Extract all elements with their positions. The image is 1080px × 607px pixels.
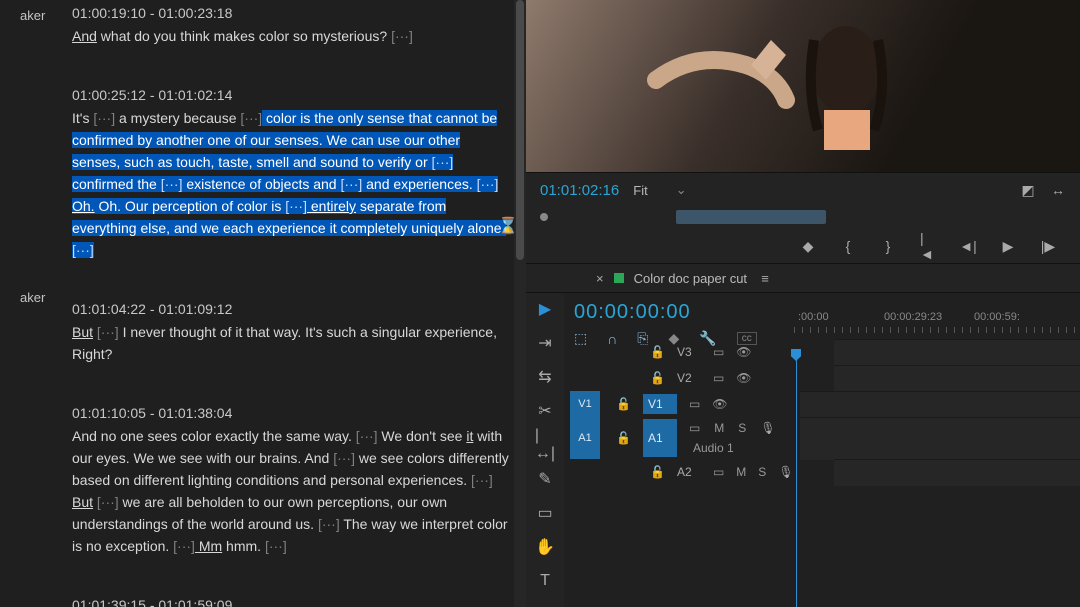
sync-lock-icon[interactable]: ▭ [689,421,700,435]
comparison-view-icon[interactable]: ↔ [1050,182,1066,198]
toggle-output-icon[interactable]: 👁 [736,345,751,359]
resolution-toggle-icon[interactable]: ◩ [1020,182,1036,198]
lock-icon[interactable]: 🔓 [616,397,631,411]
sequence-name[interactable]: Color doc paper cut [634,271,747,286]
transcript-segment[interactable]: 01:00:25:12 - 01:01:02:14 It's [···] a m… [72,87,512,261]
selection-tool-icon[interactable]: ▶ [535,299,555,319]
transcript-segment[interactable]: 01:01:04:22 - 01:01:09:12 But [···] I ne… [72,301,512,365]
monitor-timeline-ruler[interactable] [526,207,1080,229]
segment-timecode: 01:01:10:05 - 01:01:38:04 [72,405,512,421]
speaker-column: aker aker [0,0,62,607]
source-patch-a1[interactable]: A1 [570,417,600,459]
sync-lock-icon[interactable]: ▭ [713,465,724,479]
scrollbar[interactable] [514,0,526,607]
lock-icon[interactable]: 🔓 [650,465,665,479]
play-icon[interactable]: ▶ [1000,238,1016,254]
source-patch-v1[interactable]: V1 [570,391,600,417]
go-to-in-icon[interactable]: |◄ [920,238,936,254]
track-a1[interactable]: A1🔓A1 ▭MS🎙 Audio 1 [564,417,1080,459]
segment-timecode: 01:00:25:12 - 01:01:02:14 [72,87,512,103]
razor-tool-icon[interactable]: ✂ [535,401,555,421]
speaker-label[interactable]: aker [20,8,45,23]
panel-menu-icon[interactable]: ≡ [757,270,773,286]
solo-button[interactable]: S [738,421,746,435]
track-v3[interactable]: 🔓V3▭👁 [564,339,1080,365]
program-monitor[interactable] [526,0,1080,172]
segment-timecode: 01:01:04:22 - 01:01:09:12 [72,301,512,317]
track-v2[interactable]: 🔓V2▭👁 [564,365,1080,391]
monitor-controls-bar: 01:01:02:16 Fit⌄ ◩ ↔ [526,172,1080,207]
toggle-output-icon[interactable]: 👁 [736,371,751,385]
track-label: Audio 1 [693,441,776,455]
sync-lock-icon[interactable]: ▭ [713,371,724,385]
sync-lock-icon[interactable]: ▭ [689,397,700,411]
in-out-range[interactable] [676,210,826,224]
rectangle-tool-icon[interactable]: ▭ [535,503,555,523]
transcript-segment[interactable]: 01:00:19:10 - 01:00:23:18 And what do yo… [72,5,512,47]
lock-icon[interactable]: 🔓 [650,371,665,385]
step-forward-icon[interactable]: |▶ [1040,238,1056,254]
transcript-segment[interactable]: 01:01:39:15 - 01:01:59:09 The colors we … [72,597,512,607]
transcript-segment[interactable]: 01:01:10:05 - 01:01:38:04 And no one see… [72,405,512,557]
track-select-tool-icon[interactable]: ⇥ [535,333,555,353]
mute-button[interactable]: M [714,421,724,435]
transcript-panel: aker aker 01:00:19:10 - 01:00:23:18 And … [0,0,526,607]
transport-controls: ◆ { } |◄ ◄| ▶ |▶ [526,229,1080,264]
timeline-tracks: 🔓V3▭👁 🔓V2▭👁 V1🔓V1▭👁 A1🔓A1 [564,333,1080,485]
mark-out-icon[interactable]: } [880,238,896,254]
mark-in-icon[interactable]: { [840,238,856,254]
step-back-icon[interactable]: ◄| [960,238,976,254]
lock-icon[interactable]: 🔓 [650,345,665,359]
speaker-label[interactable]: aker [20,290,45,305]
slip-tool-icon[interactable]: |↔| [535,435,555,455]
close-tab-icon[interactable]: × [596,271,604,286]
segment-timecode: 01:01:39:15 - 01:01:59:09 [72,597,512,607]
segment-timecode: 01:00:19:10 - 01:00:23:18 [72,5,512,21]
pen-tool-icon[interactable]: ✎ [535,469,555,489]
timeline-tools: ▶ ⇥ ⇆ ✂ |↔| ✎ ▭ ✋ T [526,293,564,607]
add-marker-icon[interactable]: ◆ [800,238,816,254]
sequence-color-chip [614,273,624,283]
ripple-tool-icon[interactable]: ⇆ [535,367,555,387]
voiceover-icon[interactable]: 🎙 [760,421,775,435]
video-frame-illustration [636,10,896,160]
ruler-marker-icon [540,213,548,221]
type-tool-icon[interactable]: T [535,571,555,591]
hand-tool-icon[interactable]: ✋ [535,537,555,557]
chevron-down-icon: ⌄ [676,182,687,198]
track-a2[interactable]: 🔓A2▭MS🎙 [564,459,1080,485]
sequence-tab-bar: × Color doc paper cut ≡ [526,264,1080,293]
zoom-fit-dropdown[interactable]: Fit⌄ [633,182,686,198]
lock-icon[interactable]: 🔓 [616,431,631,445]
track-v1[interactable]: V1🔓V1▭👁 [564,391,1080,417]
mute-button[interactable]: M [736,465,746,479]
sync-lock-icon[interactable]: ▭ [713,345,724,359]
voiceover-icon[interactable]: 🎙 [778,465,793,479]
monitor-timecode[interactable]: 01:01:02:16 [540,182,619,199]
toggle-output-icon[interactable]: 👁 [712,397,727,411]
timeline-ruler[interactable]: :00:00 00:00:29:23 00:00:59: [794,311,1080,333]
scrollbar-thumb[interactable] [516,0,524,260]
solo-button[interactable]: S [758,465,766,479]
